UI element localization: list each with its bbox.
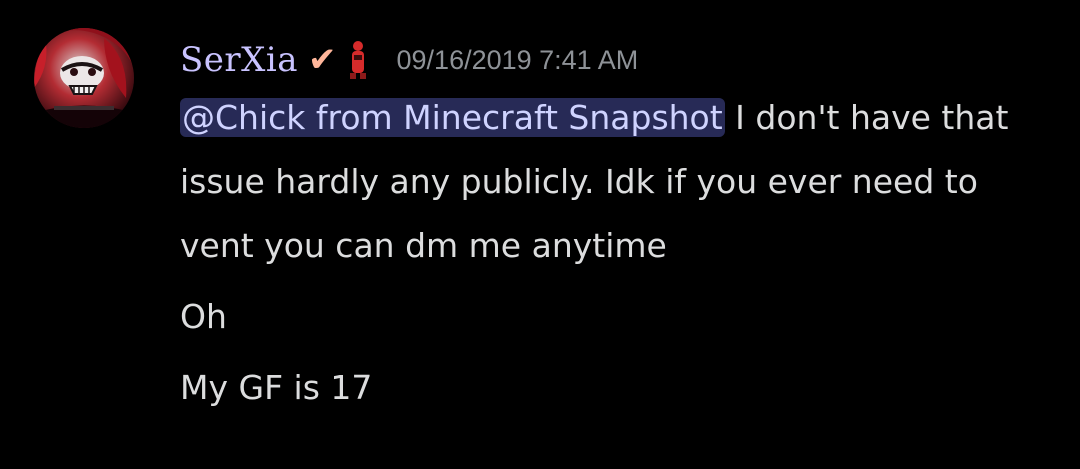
avatar-image: [34, 28, 134, 128]
message-header: SerXia ✔ 09/16/2019 7:41 AM: [180, 30, 638, 90]
message-text: My GF is 17: [180, 368, 373, 407]
message-paragraph: My GF is 17: [180, 356, 1060, 420]
red-doll-badge-icon: [347, 40, 369, 80]
message-content: @Chick from Minecraft Snapshot I don't h…: [180, 86, 1060, 420]
message-text: Oh: [180, 297, 227, 336]
message-paragraph: Oh: [180, 285, 1060, 349]
user-mention[interactable]: @Chick from Minecraft Snapshot: [180, 98, 725, 137]
message-paragraph: @Chick from Minecraft Snapshot I don't h…: [180, 86, 1060, 278]
timestamp: 09/16/2019 7:41 AM: [396, 44, 639, 75]
avatar[interactable]: [34, 28, 134, 128]
check-icon: ✔: [308, 40, 337, 80]
chat-message: SerXia ✔ 09/16/2019 7:41 AM @Chick from …: [0, 0, 1080, 469]
username[interactable]: SerXia: [180, 40, 298, 80]
